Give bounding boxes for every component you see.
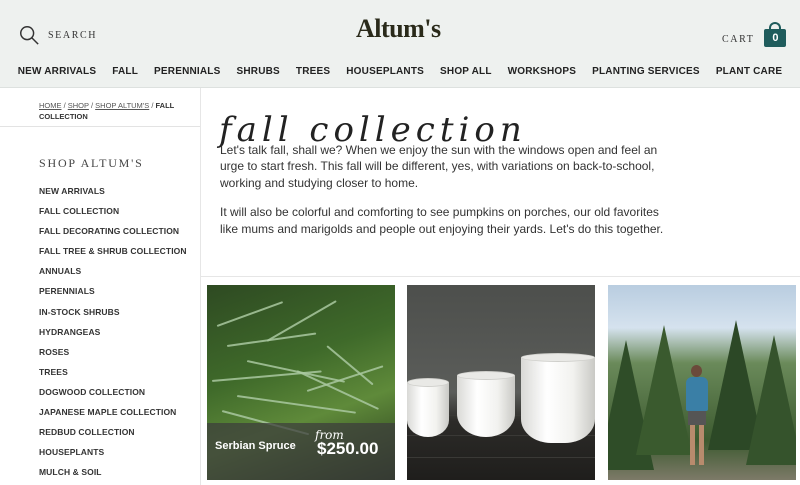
cart-bag-icon: 0 (764, 22, 787, 48)
product-price: $250.00 (317, 439, 379, 458)
sidebar-item-houseplants[interactable]: HOUSEPLANTS (39, 446, 187, 466)
sidebar-item-mulch-soil[interactable]: MULCH & SOIL (39, 466, 187, 485)
person-figure (684, 365, 710, 475)
sidebar-item-annuals[interactable]: ANNUALS (39, 265, 187, 285)
breadcrumb: HOME / SHOP / SHOP ALTUM'S / FALL COLLEC… (39, 101, 175, 121)
product-name: Serbian Spruce (215, 440, 296, 452)
nav-planting-services[interactable]: PLANTING SERVICES (584, 66, 708, 77)
cart-label: CART (722, 33, 755, 45)
sidebar-item-dogwood[interactable]: DOGWOOD COLLECTION (39, 386, 187, 406)
nav-trees[interactable]: TREES (288, 66, 338, 77)
nav-houseplants[interactable]: HOUSEPLANTS (338, 66, 432, 77)
sidebar: HOME / SHOP / SHOP ALTUM'S / FALL COLLEC… (0, 88, 201, 485)
white-pots-image (407, 285, 595, 480)
product-card-white-pots[interactable] (407, 285, 595, 480)
evergreen-trees-image (608, 285, 796, 480)
nav-shrubs[interactable]: SHRUBS (228, 66, 287, 77)
logo-text: Altum's (356, 14, 441, 43)
site-header: SEARCH Altum's CART 0 NEW ARRIVALS FALL … (0, 0, 800, 88)
breadcrumb-shop-altums[interactable]: SHOP ALTUM'S (95, 101, 149, 110)
search-icon (20, 26, 39, 45)
nav-fall[interactable]: FALL (104, 66, 146, 77)
sidebar-item-new-arrivals[interactable]: NEW ARRIVALS (39, 185, 187, 205)
main-content: fall collection Let's talk fall, shall w… (201, 88, 800, 485)
nav-shop-all[interactable]: SHOP ALL (432, 66, 500, 77)
intro-text: Let's talk fall, shall we? When we enjoy… (220, 142, 670, 250)
sidebar-item-fall-tree-shrub[interactable]: FALL TREE & SHRUB COLLECTION (39, 245, 187, 265)
sidebar-item-in-stock-shrubs[interactable]: IN-STOCK SHRUBS (39, 306, 187, 326)
price-overlay: Serbian Spruce from $250.00 (207, 423, 395, 480)
nav-new-arrivals[interactable]: NEW ARRIVALS (10, 66, 105, 77)
search-label: SEARCH (48, 29, 98, 41)
breadcrumb-home[interactable]: HOME (39, 101, 62, 110)
sidebar-item-hydrangeas[interactable]: HYDRANGEAS (39, 326, 187, 346)
nav-workshops[interactable]: WORKSHOPS (500, 66, 584, 77)
cart-count: 0 (764, 29, 787, 47)
nav-perennials[interactable]: PERENNIALS (146, 66, 228, 77)
grid-divider (201, 276, 800, 277)
site-logo[interactable]: Altum's (356, 14, 441, 44)
product-card-evergreen-trees[interactable] (608, 285, 796, 480)
sidebar-item-trees[interactable]: TREES (39, 366, 187, 386)
cart-button[interactable]: CART 0 (722, 22, 787, 48)
nav-plant-care[interactable]: PLANT CARE (708, 66, 790, 77)
sidebar-item-roses[interactable]: ROSES (39, 346, 187, 366)
sidebar-divider (0, 126, 200, 127)
breadcrumb-shop[interactable]: SHOP (68, 101, 89, 110)
intro-paragraph-2: It will also be colorful and comforting … (220, 205, 664, 236)
search-button[interactable]: SEARCH (18, 24, 97, 46)
sidebar-item-redbud[interactable]: REDBUD COLLECTION (39, 426, 187, 446)
sidebar-item-japanese-maple[interactable]: JAPANESE MAPLE COLLECTION (39, 406, 187, 426)
sidebar-item-fall-decorating[interactable]: FALL DECORATING COLLECTION (39, 225, 187, 245)
sidebar-title: SHOP ALTUM'S (39, 156, 144, 170)
product-card-serbian-spruce[interactable]: Serbian Spruce from $250.00 (207, 285, 395, 480)
intro-paragraph-1: Let's talk fall, shall we? When we enjoy… (220, 143, 658, 190)
sidebar-item-fall-collection[interactable]: FALL COLLECTION (39, 205, 187, 225)
sidebar-category-list: NEW ARRIVALS FALL COLLECTION FALL DECORA… (39, 185, 187, 485)
main-nav: NEW ARRIVALS FALL PERENNIALS SHRUBS TREE… (0, 66, 800, 77)
sidebar-item-perennials[interactable]: PERENNIALS (39, 285, 187, 305)
